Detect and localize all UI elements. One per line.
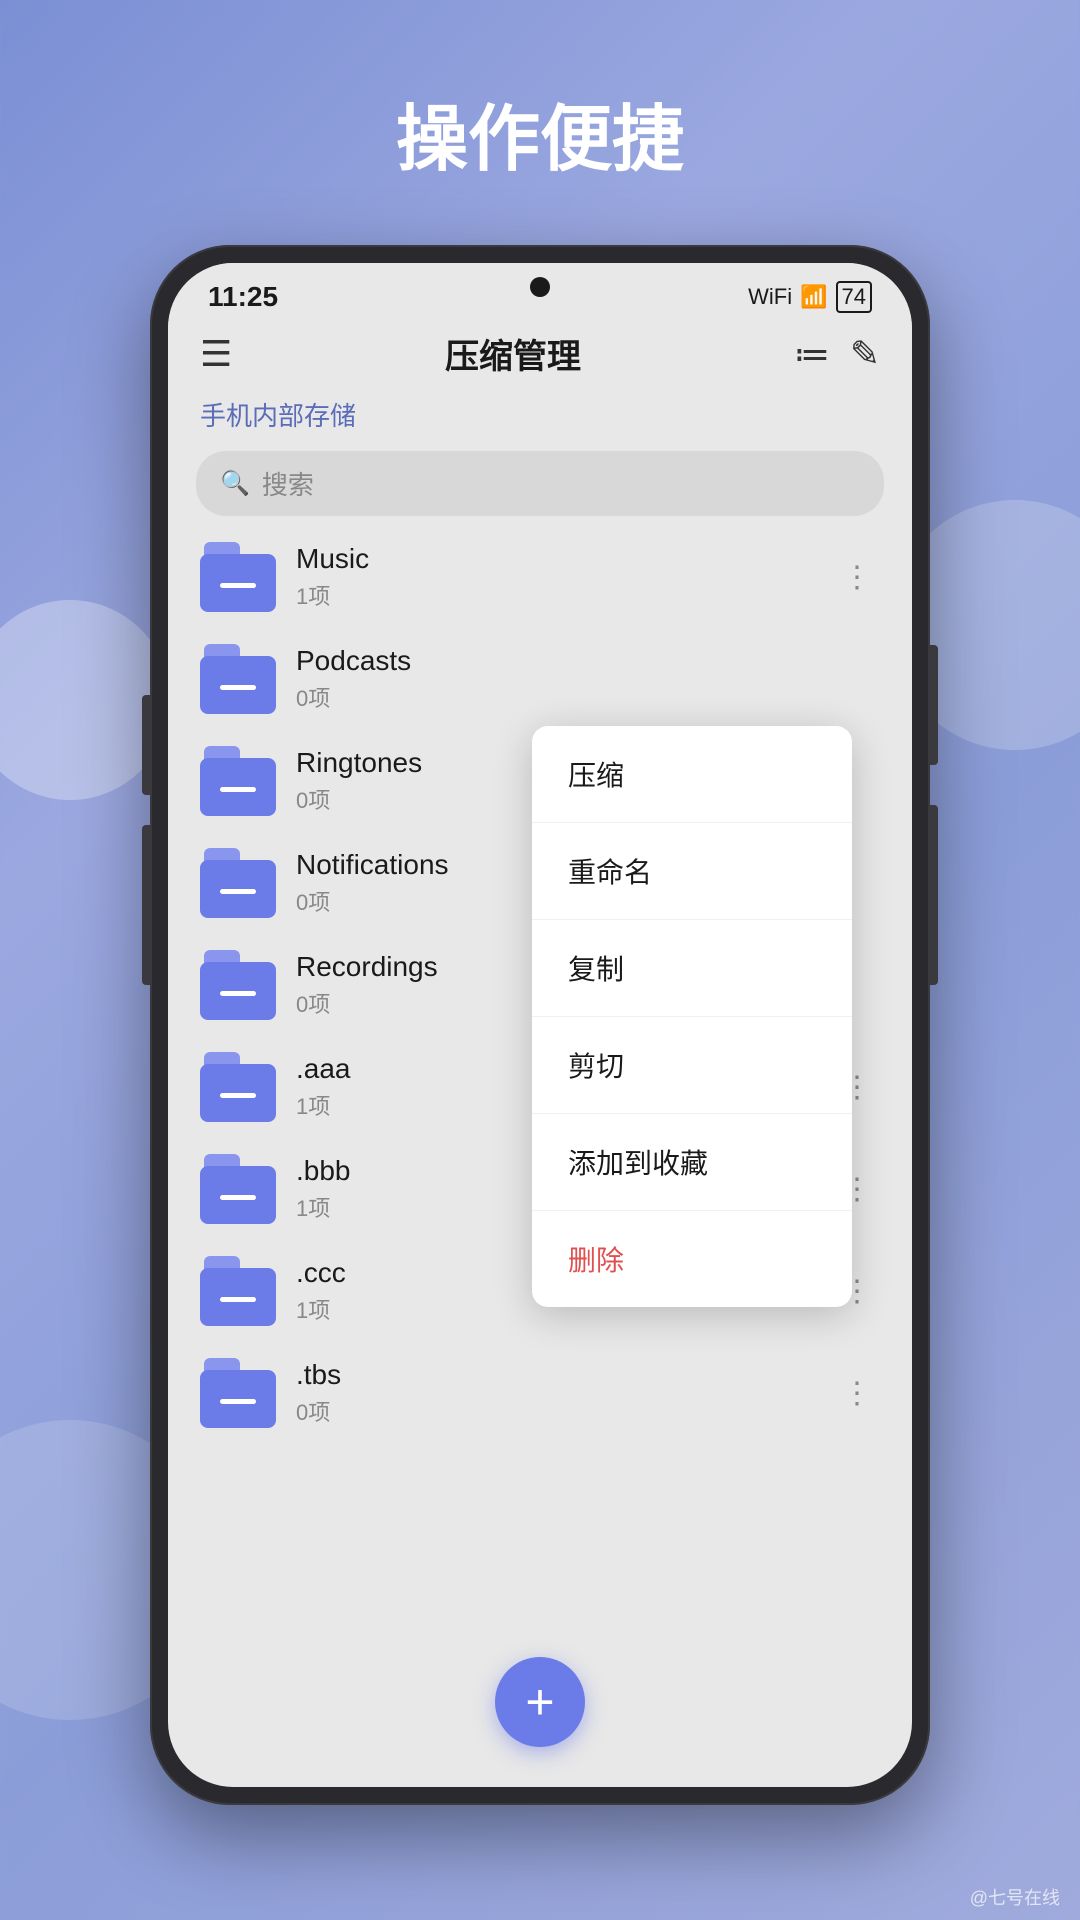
watermark: @七号在线 [970,1884,1060,1910]
file-item-music[interactable]: Music 1项 ⋮ [168,526,912,628]
search-input[interactable]: 搜索 [262,465,314,502]
toolbar-actions: ≔ ✎ [794,333,880,375]
file-count-music: 1项 [296,579,834,611]
breadcrumb[interactable]: 手机内部存储 [200,401,356,431]
file-info-podcasts: Podcasts 0项 [296,645,880,713]
power-button [930,645,938,765]
file-item-tbs[interactable]: .tbs 0项 ⋮ [168,1342,912,1444]
context-menu: 压缩 重命名 复制 剪切 添加到收藏 删除 [532,726,852,1307]
context-menu-compress[interactable]: 压缩 [532,726,852,823]
file-item-podcasts[interactable]: Podcasts 0项 [168,628,912,730]
file-name-podcasts: Podcasts [296,645,880,677]
file-info-tbs: .tbs 0项 [296,1359,834,1427]
app-toolbar: ☰ 压缩管理 ≔ ✎ [168,319,912,388]
page-title: 操作便捷 [396,80,684,185]
file-info-music: Music 1项 [296,543,834,611]
battery-indicator: 74 [836,281,872,313]
folder-icon-aaa [200,1052,276,1122]
context-menu-cut[interactable]: 剪切 [532,1017,852,1114]
folder-icon-ccc [200,1256,276,1326]
folder-icon-podcasts [200,644,276,714]
folder-icon-notifications [200,848,276,918]
status-time: 11:25 [208,281,278,313]
menu-icon[interactable]: ☰ [200,333,232,375]
wifi-icon: WiFi [748,284,792,310]
sim-icon: 📶 [800,284,827,310]
camera-notch [530,277,550,297]
file-name-music: Music [296,543,834,575]
file-count-tbs: 0项 [296,1395,834,1427]
sort-icon[interactable]: ≔ [794,333,830,375]
folder-icon-recordings [200,950,276,1020]
phone-frame: 11:25 WiFi 📶 74 ☰ 压缩管理 ≔ ✎ 手机内部存储 [150,245,930,1805]
more-icon-tbs[interactable]: ⋮ [834,1368,880,1419]
breadcrumb-bar: 手机内部存储 [168,388,912,441]
context-menu-rename[interactable]: 重命名 [532,823,852,920]
volume-button [930,805,938,985]
folder-icon-bbb [200,1154,276,1224]
search-icon: 🔍 [220,469,250,498]
fab-plus-icon: + [525,1677,554,1727]
folder-icon-music [200,542,276,612]
context-menu-copy[interactable]: 复制 [532,920,852,1017]
file-list: Music 1项 ⋮ Podcasts 0项 [168,526,912,1787]
vol-down-button [142,825,150,985]
vol-up-button [142,695,150,795]
context-menu-delete[interactable]: 删除 [532,1211,852,1307]
more-icon-music[interactable]: ⋮ [834,552,880,603]
status-icons: WiFi 📶 74 [748,281,872,313]
fab-add-button[interactable]: + [495,1657,585,1747]
phone-screen: 11:25 WiFi 📶 74 ☰ 压缩管理 ≔ ✎ 手机内部存储 [168,263,912,1787]
file-count-podcasts: 0项 [296,681,880,713]
toolbar-title: 压缩管理 [445,329,581,378]
edit-icon[interactable]: ✎ [850,333,880,375]
search-bar[interactable]: 🔍 搜索 [196,451,884,516]
folder-icon-tbs [200,1358,276,1428]
context-menu-favorite[interactable]: 添加到收藏 [532,1114,852,1211]
folder-icon-ringtones [200,746,276,816]
phone-mockup: 11:25 WiFi 📶 74 ☰ 压缩管理 ≔ ✎ 手机内部存储 [150,245,930,1805]
file-name-tbs: .tbs [296,1359,834,1391]
